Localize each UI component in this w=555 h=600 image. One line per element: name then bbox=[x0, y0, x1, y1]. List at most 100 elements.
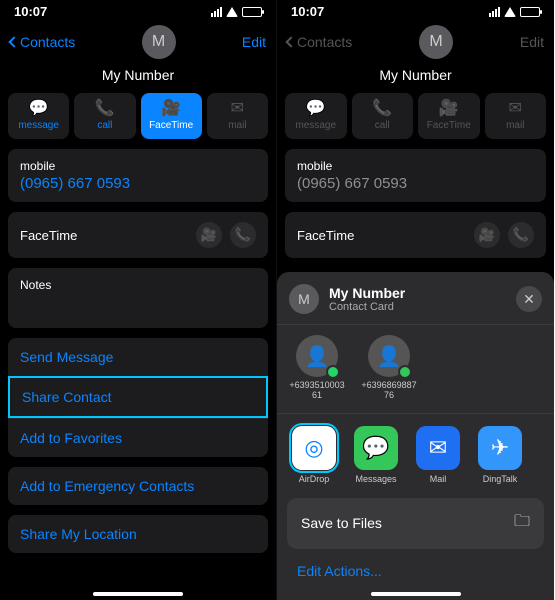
action-list-2: Add to Emergency Contacts bbox=[8, 467, 268, 505]
sheet-subtitle: Contact Card bbox=[329, 301, 506, 313]
back-label: Contacts bbox=[20, 34, 75, 50]
facetime-button: 🎥 FaceTime bbox=[418, 93, 480, 139]
action-list-1: Send Message Share Contact Add to Favori… bbox=[8, 338, 268, 457]
sheet-title: My Number bbox=[329, 285, 506, 301]
status-time: 10:07 bbox=[14, 4, 47, 19]
action-buttons: 💬 message 📞 call 🎥 FaceTime ✉︎ mail bbox=[0, 93, 276, 149]
share-sheet-screen: 10:07 Contacts M Edit My Number 💬 messag… bbox=[277, 0, 554, 600]
mail-icon: ✉︎ bbox=[416, 426, 460, 470]
share-targets: 👤 +6393510003 61 👤 +6396869887 76 bbox=[277, 331, 554, 413]
save-to-files-row[interactable]: Save to Files 🗀 bbox=[287, 498, 544, 549]
status-time: 10:07 bbox=[291, 4, 324, 19]
notes-label: Notes bbox=[20, 278, 256, 292]
facetime-video-button[interactable]: 🎥 bbox=[196, 222, 222, 248]
contact-detail-screen: 10:07 Contacts M Edit My Number 💬 messag… bbox=[0, 0, 277, 600]
action-label: FaceTime bbox=[427, 120, 471, 131]
add-emergency-link[interactable]: Add to Emergency Contacts bbox=[8, 467, 268, 505]
facetime-audio-button[interactable]: 📞 bbox=[230, 222, 256, 248]
mail-button: ✉︎ mail bbox=[485, 93, 547, 139]
facetime-label: FaceTime bbox=[20, 228, 77, 243]
contact-number: +6396869887 76 bbox=[361, 381, 417, 401]
message-button[interactable]: 💬 message bbox=[8, 93, 69, 139]
video-icon: 🎥 bbox=[161, 101, 181, 117]
whatsapp-badge-icon bbox=[326, 365, 340, 379]
mail-icon: ✉︎ bbox=[509, 101, 522, 117]
back-label: Contacts bbox=[297, 34, 352, 50]
message-icon: 💬 bbox=[306, 101, 326, 117]
edit-actions-link[interactable]: Edit Actions... bbox=[277, 553, 554, 581]
call-button[interactable]: 📞 call bbox=[74, 93, 135, 139]
phone-card[interactable]: mobile (0965) 667 0593 bbox=[8, 149, 268, 202]
phone-label: mobile bbox=[297, 159, 534, 173]
back-button: Contacts bbox=[287, 34, 352, 50]
sheet-avatar: M bbox=[289, 284, 319, 314]
mail-icon: ✉︎ bbox=[231, 101, 244, 117]
signal-icon bbox=[211, 7, 222, 17]
close-button[interactable]: ✕ bbox=[516, 286, 542, 312]
edit-button[interactable]: Edit bbox=[242, 34, 266, 50]
phone-icon: 📞 bbox=[95, 101, 115, 117]
facetime-button[interactable]: 🎥 FaceTime bbox=[141, 93, 202, 139]
action-label: call bbox=[97, 120, 112, 131]
facetime-card: FaceTime 🎥 📞 bbox=[285, 212, 546, 258]
phone-label: mobile bbox=[20, 159, 256, 173]
facetime-audio-button: 📞 bbox=[508, 222, 534, 248]
contact-number: +6393510003 61 bbox=[289, 381, 345, 401]
chevron-left-icon bbox=[8, 36, 19, 47]
home-indicator[interactable] bbox=[371, 592, 461, 596]
app-label: DingTalk bbox=[483, 474, 518, 484]
mail-app[interactable]: ✉︎ Mail bbox=[413, 426, 463, 484]
share-actions-list: Save to Files 🗀 bbox=[287, 498, 544, 549]
chevron-left-icon bbox=[285, 36, 296, 47]
action-list-3: Share My Location bbox=[8, 515, 268, 553]
phone-value: (0965) 667 0593 bbox=[20, 175, 256, 192]
share-apps: ◎ AirDrop 💬 Messages ✉︎ Mail ✈︎ DingTalk bbox=[277, 420, 554, 494]
send-message-link[interactable]: Send Message bbox=[8, 338, 268, 376]
video-icon: 🎥 bbox=[201, 227, 217, 243]
call-button: 📞 call bbox=[352, 93, 414, 139]
airdrop-app[interactable]: ◎ AirDrop bbox=[289, 426, 339, 484]
share-target-contact[interactable]: 👤 +6393510003 61 bbox=[289, 335, 345, 401]
share-sheet-header: M My Number Contact Card ✕ bbox=[277, 284, 554, 324]
share-contact-link[interactable]: Share Contact bbox=[8, 376, 268, 418]
home-indicator[interactable] bbox=[93, 592, 183, 596]
messages-app[interactable]: 💬 Messages bbox=[351, 426, 401, 484]
app-label: Messages bbox=[355, 474, 396, 484]
folder-icon: 🗀 bbox=[514, 510, 530, 537]
add-favorites-link[interactable]: Add to Favorites bbox=[8, 418, 268, 457]
notes-card[interactable]: Notes bbox=[8, 268, 268, 328]
dingtalk-app[interactable]: ✈︎ DingTalk bbox=[475, 426, 525, 484]
airdrop-icon: ◎ bbox=[292, 426, 336, 470]
back-button[interactable]: Contacts bbox=[10, 34, 75, 50]
signal-icon bbox=[489, 7, 500, 17]
battery-icon bbox=[242, 7, 262, 17]
message-button: 💬 message bbox=[285, 93, 347, 139]
action-label: mail bbox=[506, 120, 524, 131]
app-label: AirDrop bbox=[299, 474, 330, 484]
share-location-link[interactable]: Share My Location bbox=[8, 515, 268, 553]
phone-icon: 📞 bbox=[372, 101, 392, 117]
dingtalk-icon: ✈︎ bbox=[478, 426, 522, 470]
facetime-card: FaceTime 🎥 📞 bbox=[8, 212, 268, 258]
status-bar: 10:07 bbox=[0, 0, 276, 21]
wifi-icon bbox=[504, 7, 516, 17]
share-target-contact[interactable]: 👤 +6396869887 76 bbox=[361, 335, 417, 401]
action-label: mail bbox=[228, 120, 246, 131]
app-label: Mail bbox=[430, 474, 447, 484]
battery-icon bbox=[520, 7, 540, 17]
edit-button: Edit bbox=[520, 34, 544, 50]
messages-icon: 💬 bbox=[354, 426, 398, 470]
close-icon: ✕ bbox=[523, 291, 535, 308]
status-indicators bbox=[489, 7, 540, 17]
wifi-icon bbox=[226, 7, 238, 17]
phone-card: mobile (0965) 667 0593 bbox=[285, 149, 546, 202]
contact-avatar[interactable]: M bbox=[142, 25, 176, 59]
person-icon: 👤 bbox=[296, 335, 338, 377]
action-label: message bbox=[295, 120, 336, 131]
messages-badge-icon bbox=[398, 365, 412, 379]
nav-bar: Contacts M Edit bbox=[277, 21, 554, 67]
person-icon: 👤 bbox=[368, 335, 410, 377]
phone-icon: 📞 bbox=[513, 227, 529, 243]
video-icon: 🎥 bbox=[439, 101, 459, 117]
message-icon: 💬 bbox=[29, 101, 49, 117]
